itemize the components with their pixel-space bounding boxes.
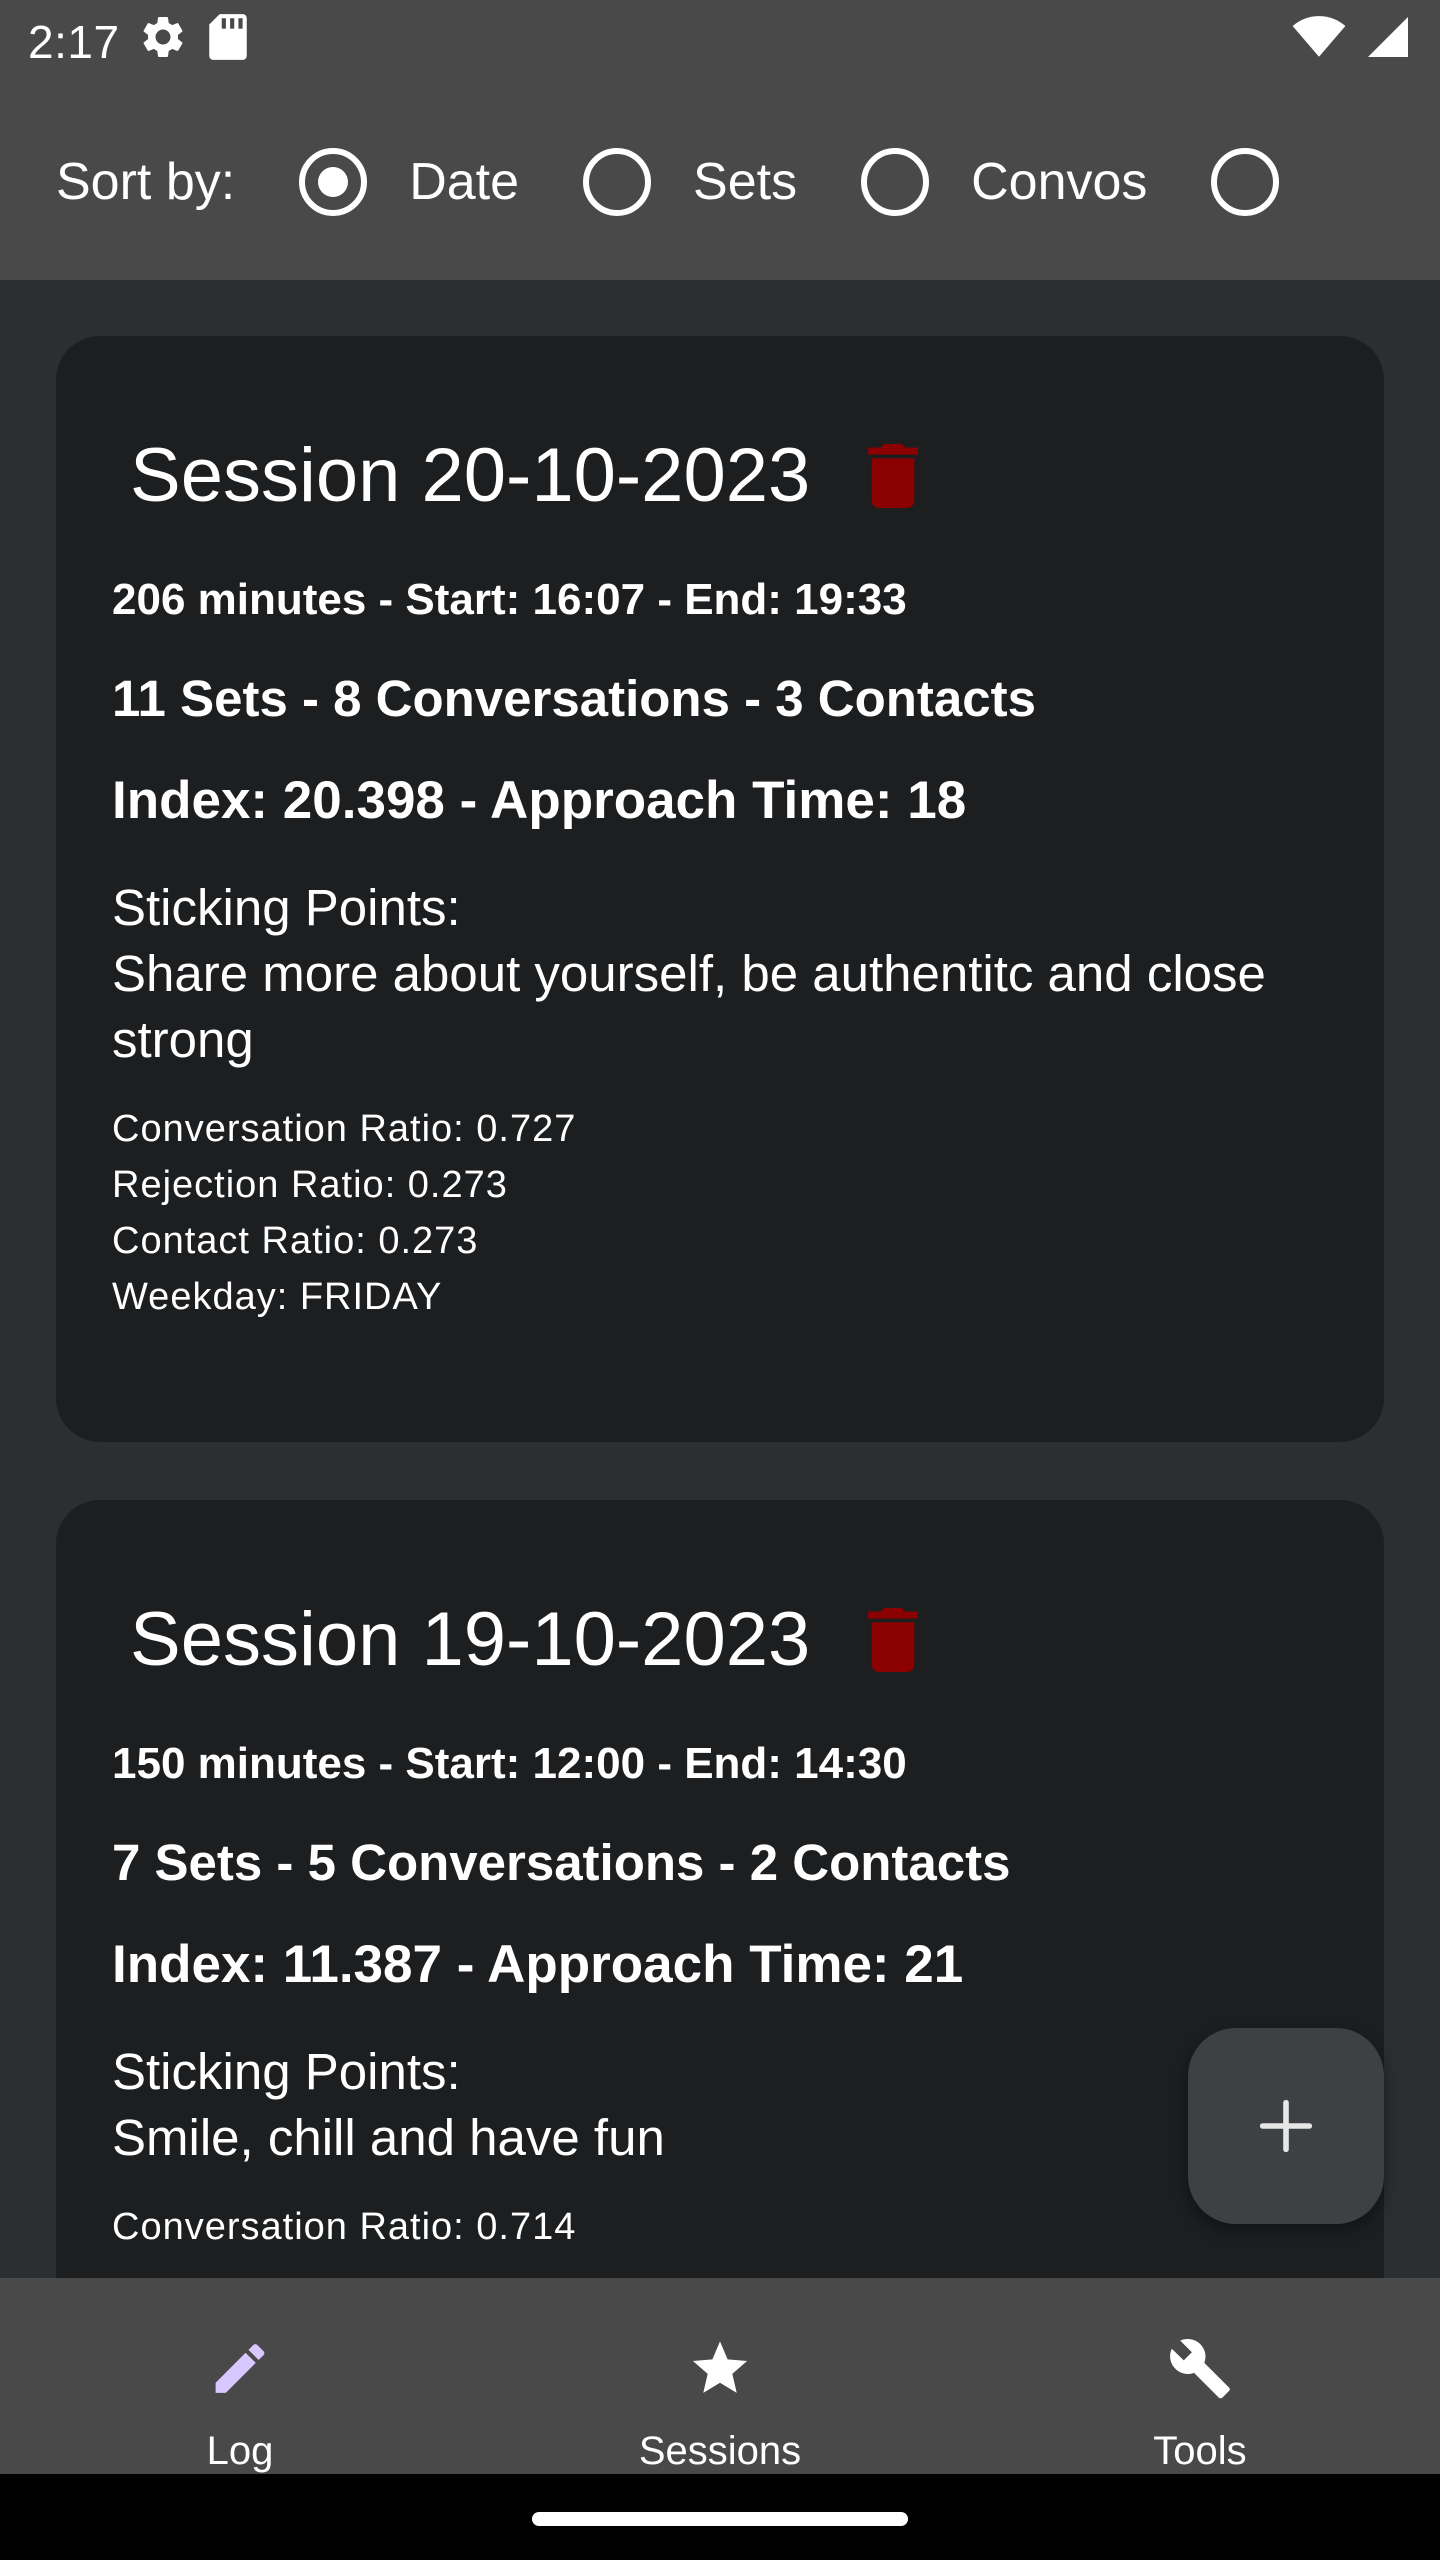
session-list[interactable]: Session 20-10-2023 206 minutes - Start: …: [0, 280, 1440, 2278]
radio-unchecked-icon[interactable]: [861, 148, 930, 216]
session-header: Session 19-10-2023: [130, 1596, 1328, 1683]
sort-label: Sort by:: [56, 153, 236, 211]
session-counts: 11 Sets - 8 Conversations - 3 Contacts: [112, 670, 1036, 727]
cell-signal-icon: [1364, 13, 1412, 72]
conversation-ratio: Conversation Ratio: 0.727: [112, 1108, 577, 1150]
nav-label: Tools: [1153, 2429, 1247, 2473]
sticking-points-text: Share more about yourself, be authentitc…: [112, 945, 1266, 1068]
rejection-ratio: Rejection Ratio: 0.273: [112, 1164, 508, 1206]
session-card[interactable]: Session 19-10-2023 150 minutes - Start: …: [56, 1500, 1384, 2278]
sticking-points-label: Sticking Points:: [112, 879, 461, 936]
sticking-points: Sticking Points: Share more about yourse…: [112, 875, 1328, 1073]
plus-icon: [1259, 2099, 1313, 2153]
session-title: Session 19-10-2023: [130, 1597, 811, 1682]
sort-option-sets[interactable]: Sets: [583, 148, 797, 216]
settings-gear-icon: [138, 12, 188, 73]
add-session-button[interactable]: [1188, 2028, 1384, 2224]
session-title: Session 20-10-2023: [130, 433, 811, 518]
sticking-points: Sticking Points: Smile, chill and have f…: [112, 2039, 1328, 2171]
status-bar: 2:17: [0, 0, 1440, 84]
nav-item-tools[interactable]: Tools: [960, 2278, 1440, 2474]
gesture-navigation-bar: [0, 2474, 1440, 2560]
sd-card-icon: [206, 12, 250, 73]
contact-ratio: Contact Ratio: 0.273: [112, 1220, 479, 1262]
delete-trash-icon[interactable]: [868, 443, 919, 508]
session-card[interactable]: Session 20-10-2023 206 minutes - Start: …: [56, 336, 1384, 1442]
app-screen: 2:17 Sort by: Date Sets Convos Session 2…: [0, 0, 1440, 2560]
sort-option-label: Sets: [693, 153, 798, 211]
nav-label: Sessions: [638, 2429, 802, 2473]
session-counts: 7 Sets - 5 Conversations - 2 Contacts: [112, 1834, 1011, 1891]
sort-option-convos[interactable]: Convos: [861, 148, 1147, 216]
home-gesture-handle[interactable]: [532, 2512, 908, 2526]
sort-option-more[interactable]: [1211, 148, 1321, 216]
delete-trash-icon[interactable]: [868, 1607, 919, 1672]
session-index: Index: 11.387 - Approach Time: 21: [112, 1935, 964, 1994]
sticking-points-label: Sticking Points:: [112, 2043, 461, 2100]
sort-option-label: Date: [409, 153, 520, 211]
radio-checked-icon[interactable]: [299, 148, 368, 216]
sticking-points-text: Smile, chill and have fun: [112, 2109, 665, 2166]
sort-option-date[interactable]: Date: [299, 148, 519, 216]
session-duration: 206 minutes - Start: 16:07 - End: 19:33: [112, 575, 907, 624]
wrench-icon: [1170, 2338, 1230, 2399]
star-icon: [692, 2341, 748, 2393]
pencil-icon: [215, 2344, 265, 2393]
radio-unchecked-icon[interactable]: [583, 148, 652, 216]
sort-option-label: Convos: [971, 153, 1148, 211]
sort-bar: Sort by: Date Sets Convos: [0, 84, 1440, 280]
session-ratios: Conversation Ratio: 0.714: [112, 2199, 1328, 2255]
radio-unchecked-icon[interactable]: [1211, 148, 1280, 216]
wifi-icon: [1292, 15, 1346, 70]
session-index: Index: 20.398 - Approach Time: 18: [112, 771, 967, 830]
status-time: 2:17: [28, 16, 120, 68]
nav-item-log[interactable]: Log: [0, 2278, 480, 2474]
session-duration: 150 minutes - Start: 12:00 - End: 14:30: [112, 1739, 907, 1788]
conversation-ratio: Conversation Ratio: 0.714: [112, 2206, 577, 2248]
weekday: Weekday: FRIDAY: [112, 1276, 443, 1318]
session-header: Session 20-10-2023: [130, 432, 1328, 519]
session-ratios: Conversation Ratio: 0.727 Rejection Rati…: [112, 1101, 1328, 1325]
bottom-navigation: Log Sessions Tools: [0, 2278, 1440, 2474]
nav-label: Log: [206, 2429, 274, 2473]
nav-item-sessions[interactable]: Sessions: [480, 2278, 960, 2474]
